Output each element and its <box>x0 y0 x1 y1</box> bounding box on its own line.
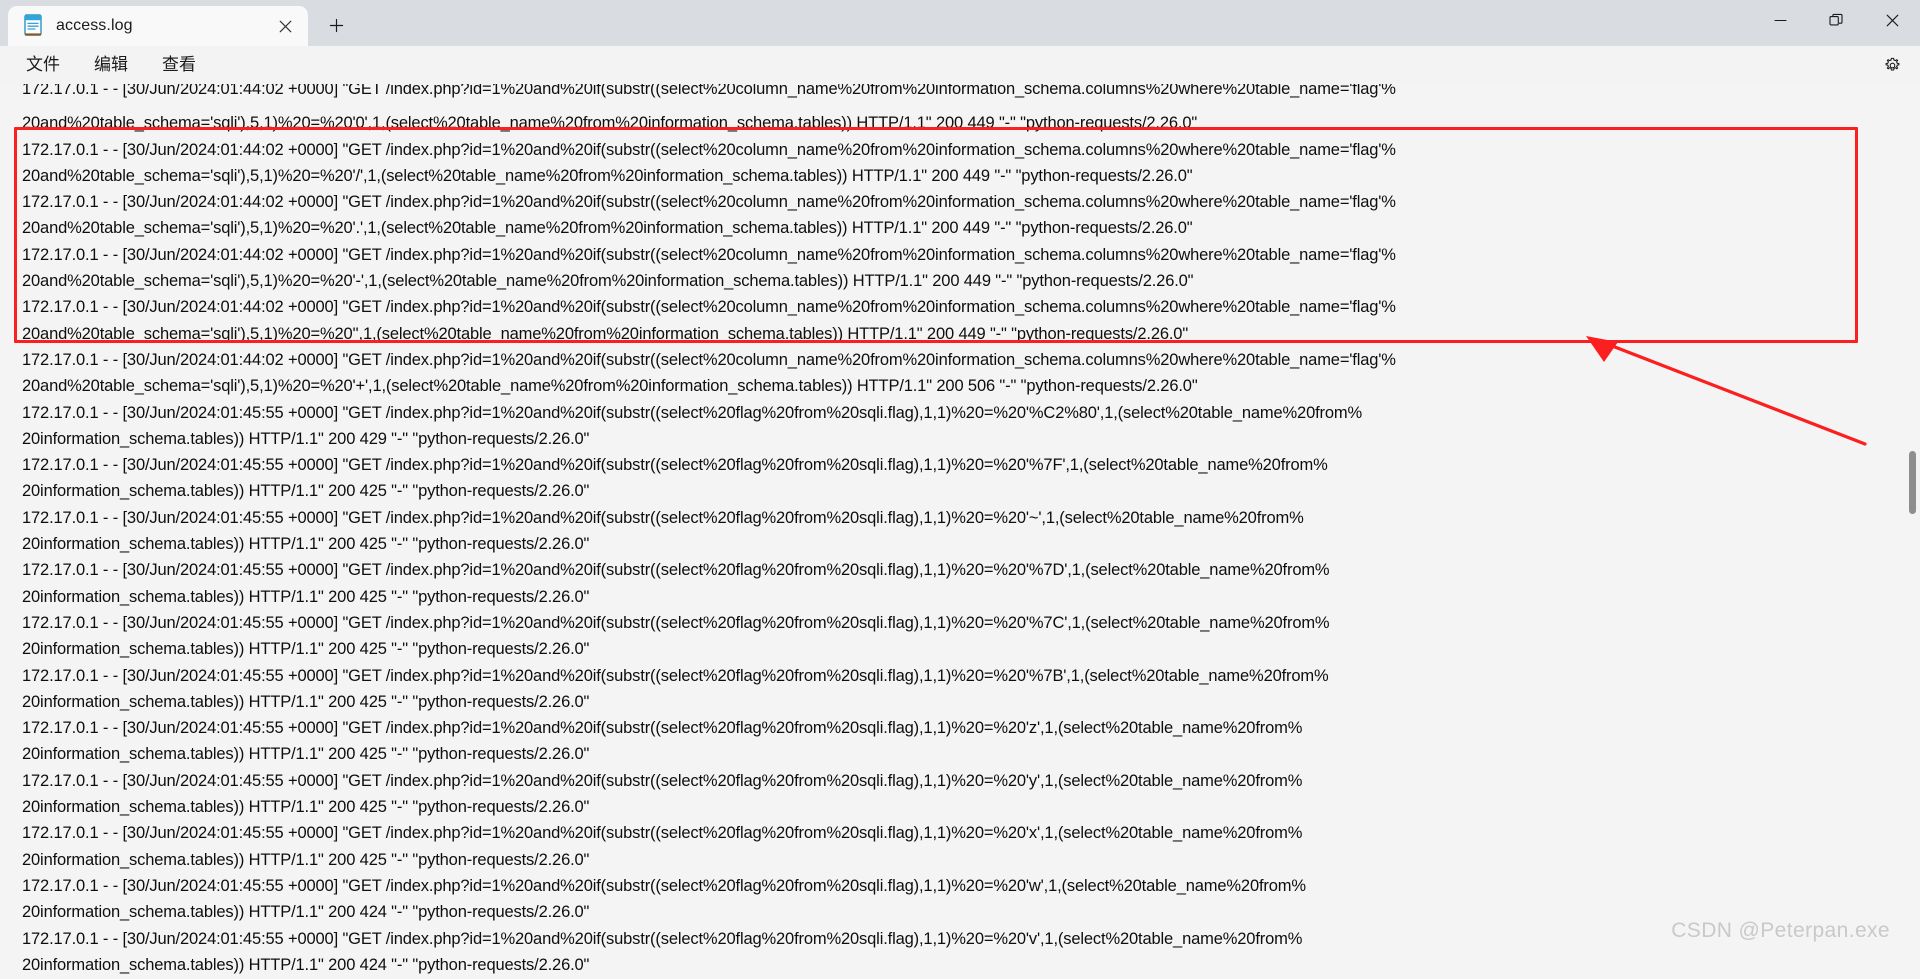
notepad-window: access.log 文件 编辑 查看 172.17.0.1 - - [30/J… <box>0 0 1920 979</box>
log-line: 172.17.0.1 - - [30/Jun/2024:01:45:55 +00… <box>22 613 1330 632</box>
window-controls <box>1752 0 1920 46</box>
log-line: 20information_schema.tables)) HTTP/1.1" … <box>22 429 590 448</box>
close-window-button[interactable] <box>1864 0 1920 40</box>
log-line: 20and%20table_schema='sqli'),5,1)%20=%20… <box>22 377 1198 396</box>
notepad-icon <box>22 14 44 38</box>
log-line: 172.17.0.1 - - [30/Jun/2024:01:44:02 +00… <box>22 245 1396 264</box>
log-line: 20and%20table_schema='sqli'),5,1)%20=%20… <box>22 219 1193 238</box>
log-line: 20information_schema.tables)) HTTP/1.1" … <box>22 535 590 554</box>
menu-item-edit[interactable]: 编辑 <box>82 50 140 80</box>
log-line: 172.17.0.1 - - [30/Jun/2024:01:44:02 +00… <box>22 350 1396 369</box>
close-icon[interactable] <box>270 11 300 41</box>
log-line: 172.17.0.1 - - [30/Jun/2024:01:45:55 +00… <box>22 456 1328 475</box>
log-text-content[interactable]: 172.17.0.1 - - [30/Jun/2024:01:44:02 +00… <box>0 84 1920 979</box>
titlebar: access.log <box>0 0 1920 46</box>
log-line: 20information_schema.tables)) HTTP/1.1" … <box>22 640 590 659</box>
log-line: 20information_schema.tables)) HTTP/1.1" … <box>22 903 590 922</box>
log-line: 172.17.0.1 - - [30/Jun/2024:01:44:02 +00… <box>22 84 1396 98</box>
log-line: 172.17.0.1 - - [30/Jun/2024:01:45:55 +00… <box>22 824 1303 843</box>
log-line: 20information_schema.tables)) HTTP/1.1" … <box>22 745 590 764</box>
log-line: 20information_schema.tables)) HTTP/1.1" … <box>22 955 590 974</box>
log-line: 172.17.0.1 - - [30/Jun/2024:01:45:55 +00… <box>22 876 1306 895</box>
log-line: 20information_schema.tables)) HTTP/1.1" … <box>22 482 590 501</box>
tab-title: access.log <box>56 17 133 34</box>
log-line: 172.17.0.1 - - [30/Jun/2024:01:45:55 +00… <box>22 929 1303 948</box>
log-line: 20information_schema.tables)) HTTP/1.1" … <box>22 850 590 869</box>
editor-area[interactable]: 172.17.0.1 - - [30/Jun/2024:01:44:02 +00… <box>0 84 1920 979</box>
log-line: 20information_schema.tables)) HTTP/1.1" … <box>22 692 590 711</box>
log-line: 172.17.0.1 - - [30/Jun/2024:01:45:55 +00… <box>22 403 1363 422</box>
log-line: 20and%20table_schema='sqli'),5,1)%20=%20… <box>22 324 1189 343</box>
log-line: 20and%20table_schema='sqli'),5,1)%20=%20… <box>22 114 1198 133</box>
log-line: 172.17.0.1 - - [30/Jun/2024:01:45:55 +00… <box>22 719 1303 738</box>
log-line: 172.17.0.1 - - [30/Jun/2024:01:44:02 +00… <box>22 298 1396 317</box>
menu-item-view[interactable]: 查看 <box>150 50 208 80</box>
log-line: 172.17.0.1 - - [30/Jun/2024:01:45:55 +00… <box>22 771 1303 790</box>
log-line: 172.17.0.1 - - [30/Jun/2024:01:45:55 +00… <box>22 666 1329 685</box>
log-line: 172.17.0.1 - - [30/Jun/2024:01:45:55 +00… <box>22 561 1330 580</box>
scrollbar-thumb[interactable] <box>1909 450 1916 514</box>
new-tab-button[interactable] <box>318 7 354 43</box>
menu-item-file[interactable]: 文件 <box>14 50 72 80</box>
vertical-scrollbar[interactable] <box>1904 84 1920 979</box>
gear-icon[interactable] <box>1876 50 1908 80</box>
log-line: 172.17.0.1 - - [30/Jun/2024:01:44:02 +00… <box>22 140 1396 159</box>
log-line: 172.17.0.1 - - [30/Jun/2024:01:44:02 +00… <box>22 193 1396 212</box>
tabstrip: access.log <box>0 0 1752 46</box>
tab-access-log[interactable]: access.log <box>8 6 308 46</box>
log-line: 20information_schema.tables)) HTTP/1.1" … <box>22 587 590 606</box>
log-line: 172.17.0.1 - - [30/Jun/2024:01:45:55 +00… <box>22 508 1304 527</box>
menubar: 文件 编辑 查看 <box>0 46 1920 84</box>
maximize-restore-button[interactable] <box>1808 0 1864 40</box>
log-line: 20and%20table_schema='sqli'),5,1)%20=%20… <box>22 166 1193 185</box>
log-line: 20information_schema.tables)) HTTP/1.1" … <box>22 798 590 817</box>
log-line: 20and%20table_schema='sqli'),5,1)%20=%20… <box>22 272 1194 291</box>
minimize-button[interactable] <box>1752 0 1808 40</box>
